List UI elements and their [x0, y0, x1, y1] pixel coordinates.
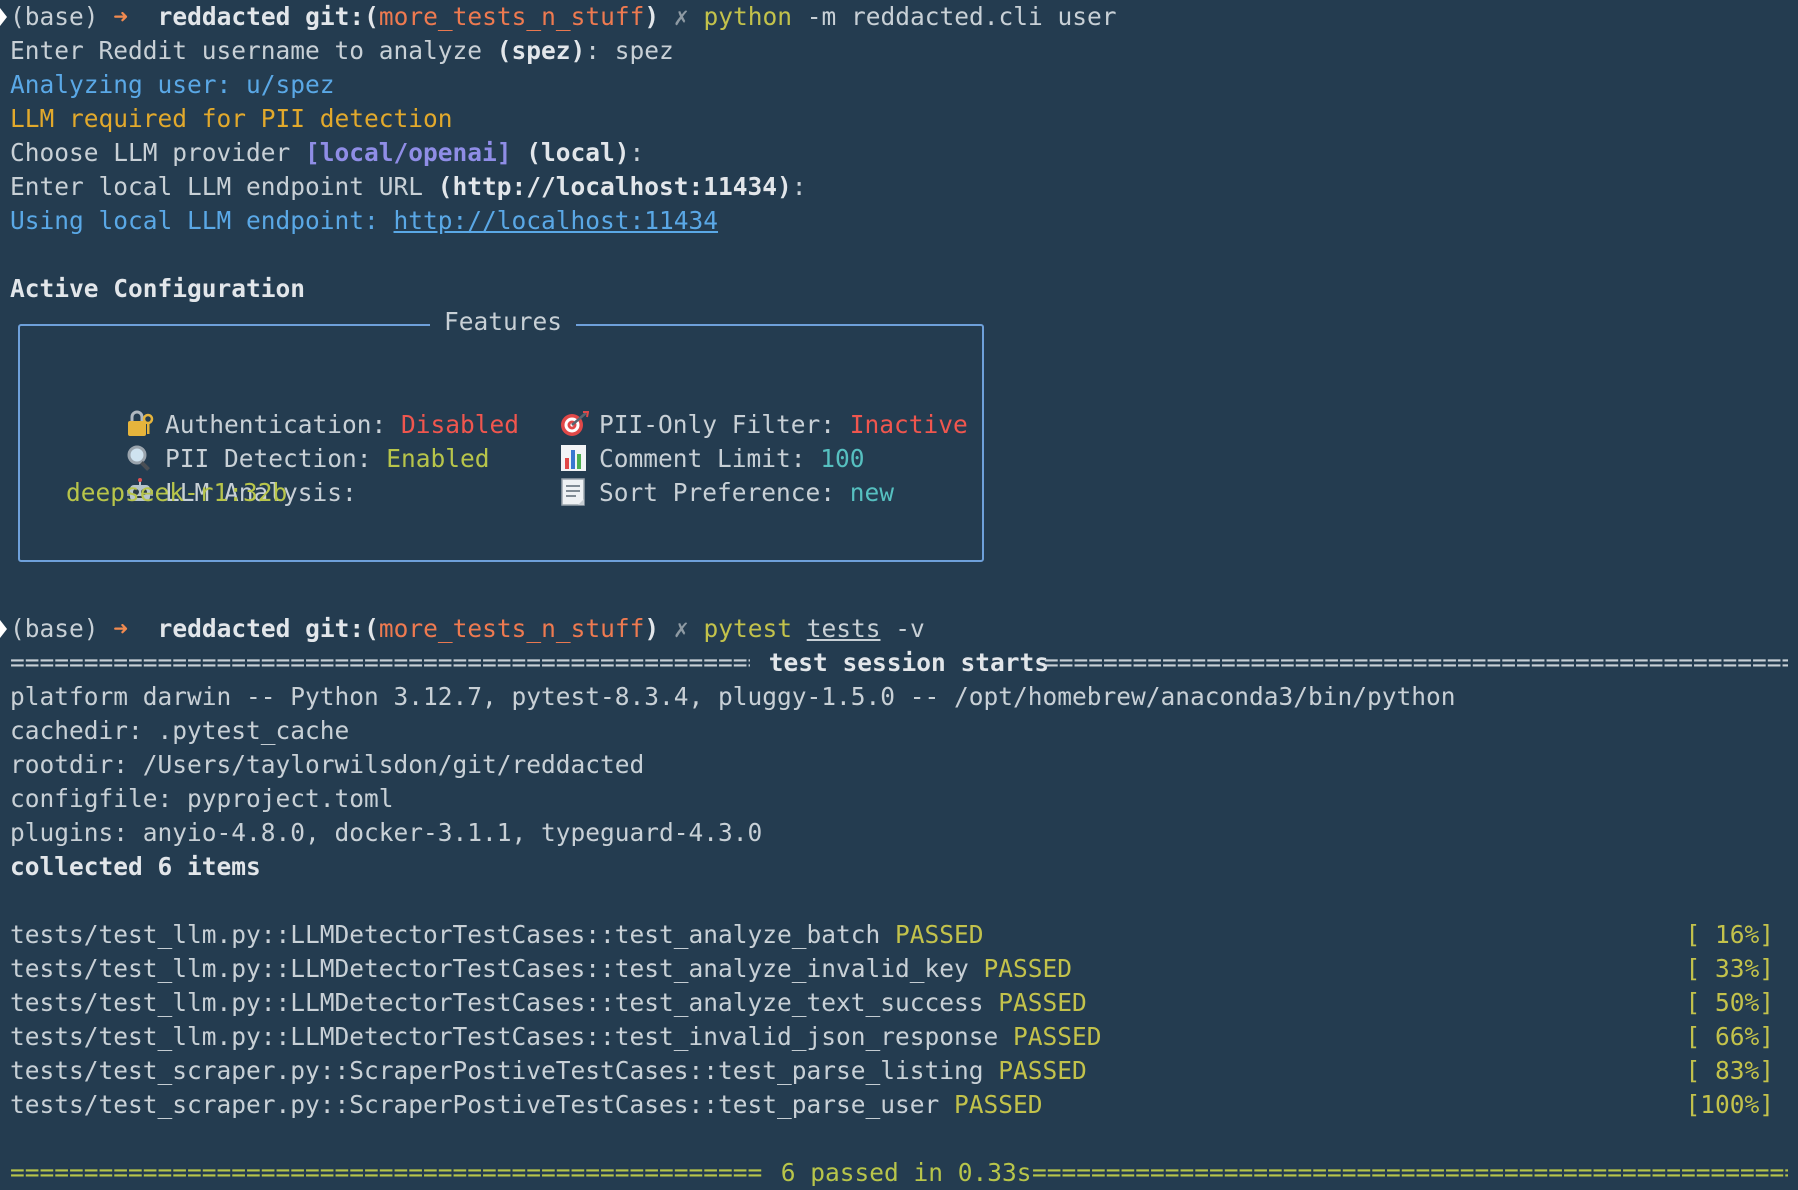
rule-left: ========================================…	[10, 1158, 762, 1187]
test-progress: [ 33%]	[1685, 954, 1774, 983]
document-icon	[559, 478, 589, 506]
test-progress: [ 66%]	[1685, 1022, 1774, 1051]
rule-right: ========================================…	[1032, 1158, 1788, 1187]
test-progress: [ 50%]	[1685, 988, 1774, 1017]
test-result-row: tests/test_scraper.py::ScraperPostiveTes…	[10, 1088, 1043, 1122]
using-endpoint-text: Using local LLM endpoint:	[10, 206, 394, 235]
conda-env: (base)	[10, 2, 99, 31]
feature-llm-analysis: LLM Analysis:	[66, 442, 357, 507]
git-label: git:(	[305, 614, 379, 643]
test-progress: [100%]	[1685, 1090, 1774, 1119]
command-args: -m reddacted.cli user	[806, 2, 1117, 31]
test-result-row: tests/test_llm.py::LLMDetectorTestCases:…	[10, 986, 1087, 1020]
session-header-text: test session starts	[754, 648, 1064, 677]
test-progress: [ 83%]	[1685, 1056, 1774, 1085]
llm-required-warning: LLM required for PII detection	[10, 104, 453, 133]
pii-detection-status: Enabled	[386, 444, 490, 473]
test-status-badge: PASSED	[1013, 1022, 1102, 1051]
session-header-rule: ========================================…	[10, 646, 1788, 680]
prompt-marker-icon	[0, 8, 7, 26]
test-status-badge: PASSED	[895, 920, 984, 949]
configfile-line: configfile: pyproject.toml	[10, 784, 394, 813]
endpoint-link[interactable]: http://localhost:11434	[394, 206, 719, 235]
username-prompt-text: Enter Reddit username to analyze	[10, 36, 497, 65]
shell-prompt-1: (base) ➜ reddacted git:(more_tests_n_stu…	[10, 0, 1116, 34]
git-branch: more_tests_n_stuff	[378, 614, 645, 643]
rule-right: ========================================…	[1044, 648, 1788, 677]
conda-env: (base)	[10, 614, 99, 643]
username-default: (spez)	[496, 36, 586, 65]
feature-sort-preference: Sort Preference: new	[500, 442, 894, 507]
feature-pii-only-filter: PII-Only Filter: Inactive	[500, 374, 968, 439]
test-name: tests/test_llm.py::LLMDetectorTestCases:…	[10, 920, 896, 949]
command-flag-arg: -v	[895, 614, 925, 643]
llm-provider-colon: :	[629, 138, 645, 167]
terminal-window[interactable]: (base) ➜ reddacted git:(more_tests_n_stu…	[0, 0, 1798, 1190]
endpoint-prompt: Enter local LLM endpoint URL (http://loc…	[10, 170, 807, 204]
summary-rule: ========================================…	[10, 1156, 1788, 1190]
plugins-line: plugins: anyio-4.8.0, docker-3.1.1, type…	[10, 818, 763, 847]
endpoint-default: (http://localhost:11434)	[437, 172, 792, 201]
git-branch: more_tests_n_stuff	[378, 2, 645, 31]
command-name: pytest	[703, 614, 792, 643]
username-answer: : spez	[585, 36, 674, 65]
feature-pii-detection: PII Detection: Enabled	[66, 408, 490, 473]
test-name: tests/test_scraper.py::ScraperPostiveTes…	[10, 1056, 999, 1085]
test-name: tests/test_scraper.py::ScraperPostiveTes…	[10, 1090, 955, 1119]
git-dirty-icon: ✗	[673, 614, 689, 643]
rule-left: ========================================…	[10, 648, 750, 677]
test-status-badge: PASSED	[998, 1056, 1087, 1085]
summary-text: 6 passed in 0.33s	[766, 1158, 1047, 1187]
test-result-row: tests/test_llm.py::LLMDetectorTestCases:…	[10, 952, 1072, 986]
git-label: git:(	[305, 2, 379, 31]
command-name: python	[703, 2, 792, 31]
llm-provider-prompt: Choose LLM provider [local/openai] (loca…	[10, 136, 644, 170]
llm-model-name: deepseek-r1:32b	[66, 478, 288, 507]
cachedir-line: cachedir: .pytest_cache	[10, 716, 350, 745]
sort-preference-value: new	[849, 478, 895, 507]
endpoint-colon: :	[791, 172, 807, 201]
feature-authentication: Authentication: Disabled	[66, 374, 519, 439]
test-result-row: tests/test_llm.py::LLMDetectorTestCases:…	[10, 918, 984, 952]
llm-provider-options: [local/openai]	[305, 138, 512, 167]
features-panel-title: Features	[430, 305, 577, 339]
sort-preference-label: Sort Preference:	[599, 478, 850, 507]
test-status-badge: PASSED	[998, 988, 1087, 1017]
pii-only-filter-status: Inactive	[849, 410, 968, 439]
active-configuration-heading: Active Configuration	[10, 274, 306, 303]
test-name: tests/test_llm.py::LLMDetectorTestCases:…	[10, 1022, 1014, 1051]
prompt-marker-icon	[0, 620, 7, 638]
git-dirty-icon: ✗	[673, 2, 689, 31]
rootdir-line: rootdir: /Users/taylorwilsdon/git/reddac…	[10, 750, 645, 779]
prompt-arrow-icon: ➜	[113, 614, 129, 643]
prompt-arrow-icon: ➜	[113, 2, 129, 31]
using-endpoint-line: Using local LLM endpoint: http://localho…	[10, 204, 718, 238]
analyzing-user-line: Analyzing user: u/spez	[10, 70, 335, 99]
collected-line: collected 6 items	[10, 852, 261, 881]
llm-provider-default: (local)	[511, 138, 630, 167]
git-label-close: )	[644, 2, 660, 31]
test-name: tests/test_llm.py::LLMDetectorTestCases:…	[10, 988, 999, 1017]
git-label-close: )	[644, 614, 660, 643]
feature-comment-limit: Comment Limit: 100	[500, 408, 865, 473]
test-name: tests/test_llm.py::LLMDetectorTestCases:…	[10, 954, 984, 983]
current-directory: reddacted	[157, 614, 291, 643]
test-progress: [ 16%]	[1685, 920, 1774, 949]
test-result-row: tests/test_scraper.py::ScraperPostiveTes…	[10, 1054, 1087, 1088]
test-result-row: tests/test_llm.py::LLMDetectorTestCases:…	[10, 1020, 1102, 1054]
command-path-arg: tests	[806, 614, 881, 643]
llm-provider-text: Choose LLM provider	[10, 138, 306, 167]
shell-prompt-2: (base) ➜ reddacted git:(more_tests_n_stu…	[10, 612, 925, 646]
test-status-badge: PASSED	[983, 954, 1073, 983]
platform-line: platform darwin -- Python 3.12.7, pytest…	[10, 682, 1456, 711]
username-prompt: Enter Reddit username to analyze (spez):…	[10, 34, 674, 68]
current-directory: reddacted	[157, 2, 291, 31]
test-status-badge: PASSED	[954, 1090, 1043, 1119]
endpoint-prompt-text: Enter local LLM endpoint URL	[10, 172, 438, 201]
